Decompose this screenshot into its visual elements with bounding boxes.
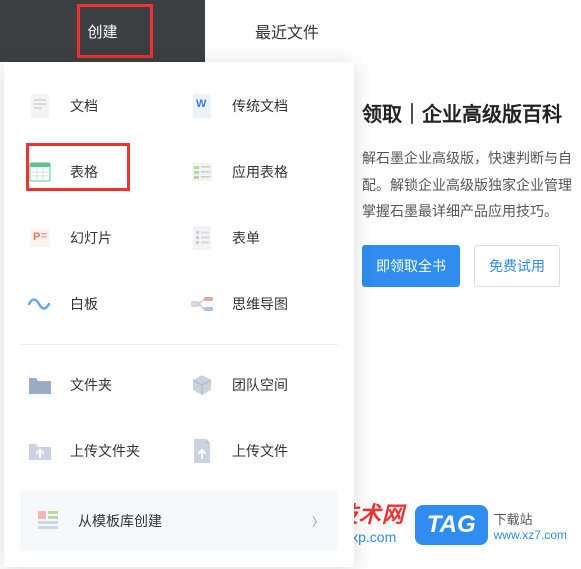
menu-item-label: 传统文档 <box>232 96 288 116</box>
chevron-right-icon: 〉 <box>312 513 324 530</box>
document-icon <box>24 90 56 122</box>
menu-item-label: 思维导图 <box>232 294 288 314</box>
menu-item-document[interactable]: 文档 <box>20 80 176 132</box>
create-from-template-button[interactable]: 从模板库创建 〉 <box>20 491 338 551</box>
menu-item-spreadsheet[interactable]: 表格 <box>20 146 176 198</box>
whiteboard-icon <box>24 288 56 320</box>
folder-icon <box>24 369 56 401</box>
template-icon <box>32 505 64 537</box>
slides-icon: P <box>24 222 56 254</box>
template-label: 从模板库创建 <box>78 511 162 531</box>
watermark-site: 下载站 <box>494 509 567 528</box>
cta-secondary-label: 免费试用 <box>489 258 545 274</box>
menu-item-label: 表格 <box>70 162 98 182</box>
create-button[interactable]: 创建 <box>0 0 205 62</box>
create-button-label: 创建 <box>87 24 117 41</box>
menu-item-traditional-doc[interactable]: W 传统文档 <box>182 80 338 132</box>
menu-item-app-table[interactable]: 应用表格 <box>182 146 338 198</box>
menu-item-label: 幻灯片 <box>70 228 112 248</box>
menu-item-label: 上传文件 <box>232 441 288 461</box>
menu-item-team-space[interactable]: 团队空间 <box>182 359 338 411</box>
svg-text:W: W <box>196 98 207 110</box>
form-icon <box>186 222 218 254</box>
menu-item-label: 白板 <box>70 294 98 314</box>
spreadsheet-icon <box>24 156 56 188</box>
upload-folder-icon <box>24 435 56 467</box>
menu-item-slides[interactable]: P 幻灯片 <box>20 212 176 264</box>
menu-item-whiteboard[interactable]: 白板 <box>20 278 176 330</box>
menu-item-label: 表单 <box>232 228 260 248</box>
cta-primary-label: 即领取全书 <box>376 258 446 274</box>
menu-item-upload-file[interactable]: 上传文件 <box>182 425 338 477</box>
app-table-icon <box>186 156 218 188</box>
divider <box>20 344 338 345</box>
menu-item-label: 上传文件夹 <box>70 441 140 461</box>
team-space-icon <box>186 369 218 401</box>
menu-item-label: 文档 <box>70 96 98 116</box>
recent-files-tab[interactable]: 最近文件 <box>205 19 581 43</box>
watermark-tag: TAG <box>415 505 488 545</box>
recent-files-label: 最近文件 <box>255 25 319 42</box>
menu-item-label: 文件夹 <box>70 375 112 395</box>
upload-file-icon <box>186 435 218 467</box>
watermark-url2: www.xz7.com <box>494 528 567 542</box>
menu-item-upload-folder[interactable]: 上传文件夹 <box>20 425 176 477</box>
promo-line: 掌握石墨最详细产品应用技巧。 <box>362 198 581 225</box>
cta-primary-button[interactable]: 即领取全书 <box>362 245 460 287</box>
menu-item-form[interactable]: 表单 <box>182 212 338 264</box>
promo-title: 领取｜企业高级版百科 <box>362 98 581 127</box>
promo-panel: 领取｜企业高级版百科 解石墨企业高级版，快速判断与自 配。解锁企业高级版独家企业… <box>358 86 581 287</box>
promo-line: 解石墨企业高级版，快速判断与自 <box>362 145 581 172</box>
mindmap-icon <box>186 288 218 320</box>
word-icon: W <box>186 90 218 122</box>
promo-line: 配。解锁企业高级版独家企业管理 <box>362 172 581 199</box>
menu-item-mindmap[interactable]: 思维导图 <box>182 278 338 330</box>
cta-secondary-button[interactable]: 免费试用 <box>474 245 560 287</box>
menu-item-label: 应用表格 <box>232 162 288 182</box>
create-dropdown: 文档 W 传统文档 表格 应用表格 P 幻灯片 <box>4 62 354 567</box>
menu-item-label: 团队空间 <box>232 375 288 395</box>
svg-text:P: P <box>33 231 40 243</box>
menu-item-folder[interactable]: 文件夹 <box>20 359 176 411</box>
promo-text: 解石墨企业高级版，快速判断与自 配。解锁企业高级版独家企业管理 掌握石墨最详细产… <box>362 145 581 225</box>
